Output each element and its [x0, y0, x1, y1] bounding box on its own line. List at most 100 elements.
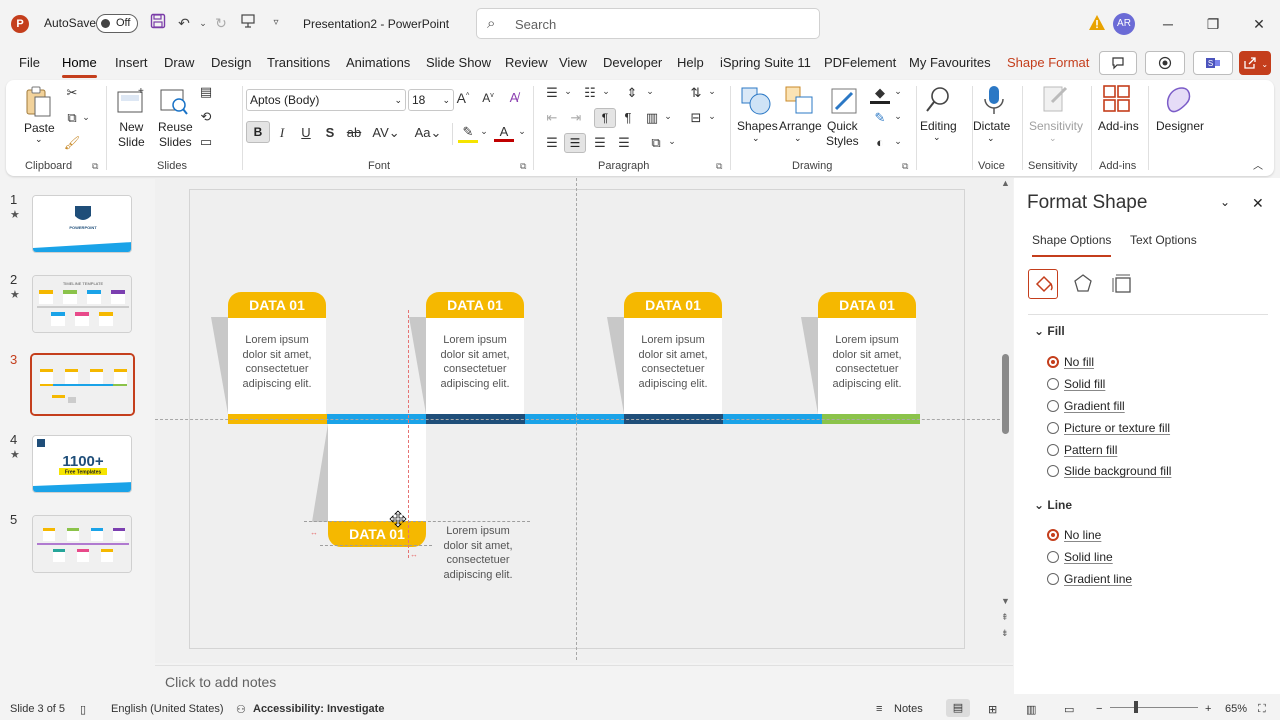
align-right-icon[interactable]: ☰	[590, 135, 610, 151]
radio-button[interactable]	[1047, 356, 1059, 368]
arrange-icon[interactable]	[784, 85, 816, 117]
sensitivity-button[interactable]: Sensitivity	[1029, 119, 1083, 133]
collapse-ribbon-icon[interactable]: ︿	[1248, 157, 1268, 172]
accessibility-status[interactable]: Accessibility: Investigate	[253, 703, 384, 715]
effects-tab[interactable]	[1068, 269, 1098, 299]
ltr-button[interactable]: ¶	[594, 108, 616, 128]
chevron-down-icon[interactable]: ⌄	[888, 86, 908, 97]
chevron-down-icon[interactable]: ⌄	[702, 86, 722, 97]
dictate-button[interactable]: Dictate	[973, 119, 1010, 133]
font-color-icon[interactable]: A	[494, 124, 514, 142]
slideshow-icon[interactable]: ▭	[1064, 703, 1074, 716]
radio-pattern-fill[interactable]: Pattern fill	[1047, 443, 1117, 457]
tab-review[interactable]: Review	[505, 55, 548, 70]
chevron-down-icon[interactable]: ⌄	[888, 111, 908, 122]
notes-pane[interactable]: Click to add notes	[155, 665, 1013, 694]
language-status[interactable]: English (United States)	[111, 703, 224, 715]
shape-outline-icon[interactable]: ✎	[870, 110, 890, 126]
tab-file[interactable]: File	[19, 55, 40, 70]
zoom-in-icon[interactable]: +	[1205, 703, 1211, 715]
warning-icon[interactable]	[1088, 14, 1106, 32]
line-spacing-icon[interactable]: ⇕	[622, 85, 642, 101]
font-launcher-icon[interactable]: ⧉	[520, 161, 526, 172]
increase-font-icon[interactable]: A^	[453, 90, 473, 106]
change-case-icon[interactable]: Aa⌄	[412, 125, 444, 141]
redo-icon[interactable]: ↻	[211, 13, 231, 33]
layout-icon[interactable]: ▤	[196, 84, 216, 100]
close-pane-icon[interactable]: ✕	[1252, 195, 1264, 212]
tab-pdfelement[interactable]: PDFelement	[824, 55, 896, 70]
notes-placeholder[interactable]: Click to add notes	[165, 674, 276, 690]
teams-share-button[interactable]: S	[1193, 51, 1233, 75]
slide-thumbnail-1[interactable]: POWERPOINT	[32, 195, 132, 253]
drawing-launcher-icon[interactable]: ⧉	[902, 161, 908, 172]
present-icon[interactable]	[238, 13, 258, 33]
slide-thumbnail-5[interactable]	[32, 515, 132, 573]
reset-icon[interactable]: ⟲	[196, 109, 216, 125]
save-icon[interactable]	[148, 13, 168, 33]
scroll-up-icon[interactable]: ▲	[1001, 178, 1010, 188]
card-shadow-shape[interactable]	[310, 424, 330, 522]
tab-slide-show[interactable]: Slide Show	[426, 55, 491, 70]
designer-button[interactable]: Designer	[1156, 119, 1204, 133]
radio-gradient-line[interactable]: Gradient line	[1047, 572, 1132, 586]
font-size-combo[interactable]: 18 ⌄	[408, 89, 454, 111]
bold-button[interactable]: B	[246, 121, 270, 143]
slide-sorter-icon[interactable]: ⊞	[988, 703, 997, 716]
zoom-slider[interactable]	[1110, 707, 1198, 708]
microphone-icon[interactable]	[982, 84, 1006, 116]
sensitivity-icon[interactable]	[1040, 84, 1070, 116]
radio-button[interactable]	[1047, 465, 1059, 477]
designer-icon[interactable]	[1164, 84, 1194, 116]
card-title[interactable]: DATA 01	[818, 292, 916, 318]
radio-button[interactable]	[1047, 573, 1059, 585]
chevron-down-icon[interactable]: ⌄	[658, 111, 678, 122]
accessibility-icon[interactable]: ⚇	[236, 703, 246, 716]
notes-button[interactable]: Notes	[894, 703, 923, 715]
italic-button[interactable]: I	[272, 125, 292, 141]
undo-icon[interactable]: ↶	[174, 13, 194, 33]
size-properties-tab[interactable]	[1108, 269, 1138, 299]
next-slide-icon[interactable]: ⇟	[1001, 628, 1009, 639]
zoom-slider-thumb[interactable]	[1134, 701, 1138, 713]
format-painter-icon[interactable]: 🖌	[62, 135, 82, 151]
tab-my-favourites[interactable]: My Favourites	[909, 55, 991, 70]
card-title[interactable]: DATA 01	[624, 292, 722, 318]
add-ins-button[interactable]: Add-ins	[1098, 119, 1139, 133]
chevron-down-icon[interactable]: ⌄	[702, 111, 722, 122]
previous-slide-icon[interactable]: ⇞	[1001, 612, 1009, 623]
tab-shape-options[interactable]: Shape Options	[1032, 233, 1112, 257]
pane-options-chevron-icon[interactable]: ⌄	[1220, 195, 1230, 209]
tab-transitions[interactable]: Transitions	[267, 55, 330, 70]
new-slide-icon[interactable]: +	[116, 86, 146, 116]
quick-styles-button[interactable]: Quick Styles	[826, 119, 859, 149]
decrease-font-icon[interactable]: Av	[478, 91, 498, 105]
canvas-scrollbar[interactable]: ▲ ▼ ⇞ ⇟	[1000, 178, 1012, 663]
clear-formatting-icon[interactable]: A̸	[504, 90, 524, 105]
paste-dropdown-icon[interactable]: ⌄	[35, 134, 43, 145]
find-icon[interactable]	[924, 85, 954, 115]
copy-dropdown-icon[interactable]: ⌄	[76, 112, 96, 123]
shapes-icon[interactable]	[740, 85, 774, 117]
tab-home[interactable]: Home	[62, 55, 97, 78]
moving-card-title[interactable]: DATA 01	[328, 521, 426, 547]
search-box[interactable]: ⌕ Search	[476, 8, 820, 39]
radio-button[interactable]	[1047, 422, 1059, 434]
radio-button[interactable]	[1047, 378, 1059, 390]
clipboard-launcher-icon[interactable]: ⧉	[92, 161, 98, 172]
undo-dropdown-icon[interactable]: ⌄	[193, 13, 213, 33]
chevron-down-icon[interactable]: ⌄	[987, 133, 995, 144]
character-spacing-icon[interactable]: AV⌄	[370, 125, 402, 141]
reuse-slides-icon[interactable]	[159, 86, 189, 116]
slide-thumbnail-2[interactable]: TIMELINE TEMPLATE	[32, 275, 132, 333]
line-section-header[interactable]: ⌄ Line	[1034, 498, 1072, 512]
align-left-icon[interactable]: ☰	[542, 135, 562, 151]
quick-styles-icon[interactable]	[830, 85, 860, 117]
radio-solid-fill[interactable]: Solid fill	[1047, 377, 1105, 391]
chevron-down-icon[interactable]: ⌄	[888, 136, 908, 147]
chevron-down-icon[interactable]: ⌄	[512, 126, 532, 137]
proofing-icon[interactable]: ▯	[80, 703, 86, 716]
record-button[interactable]	[1145, 51, 1185, 75]
radio-no-fill[interactable]: No fill	[1047, 355, 1094, 369]
radio-no-line[interactable]: No line	[1047, 528, 1101, 542]
